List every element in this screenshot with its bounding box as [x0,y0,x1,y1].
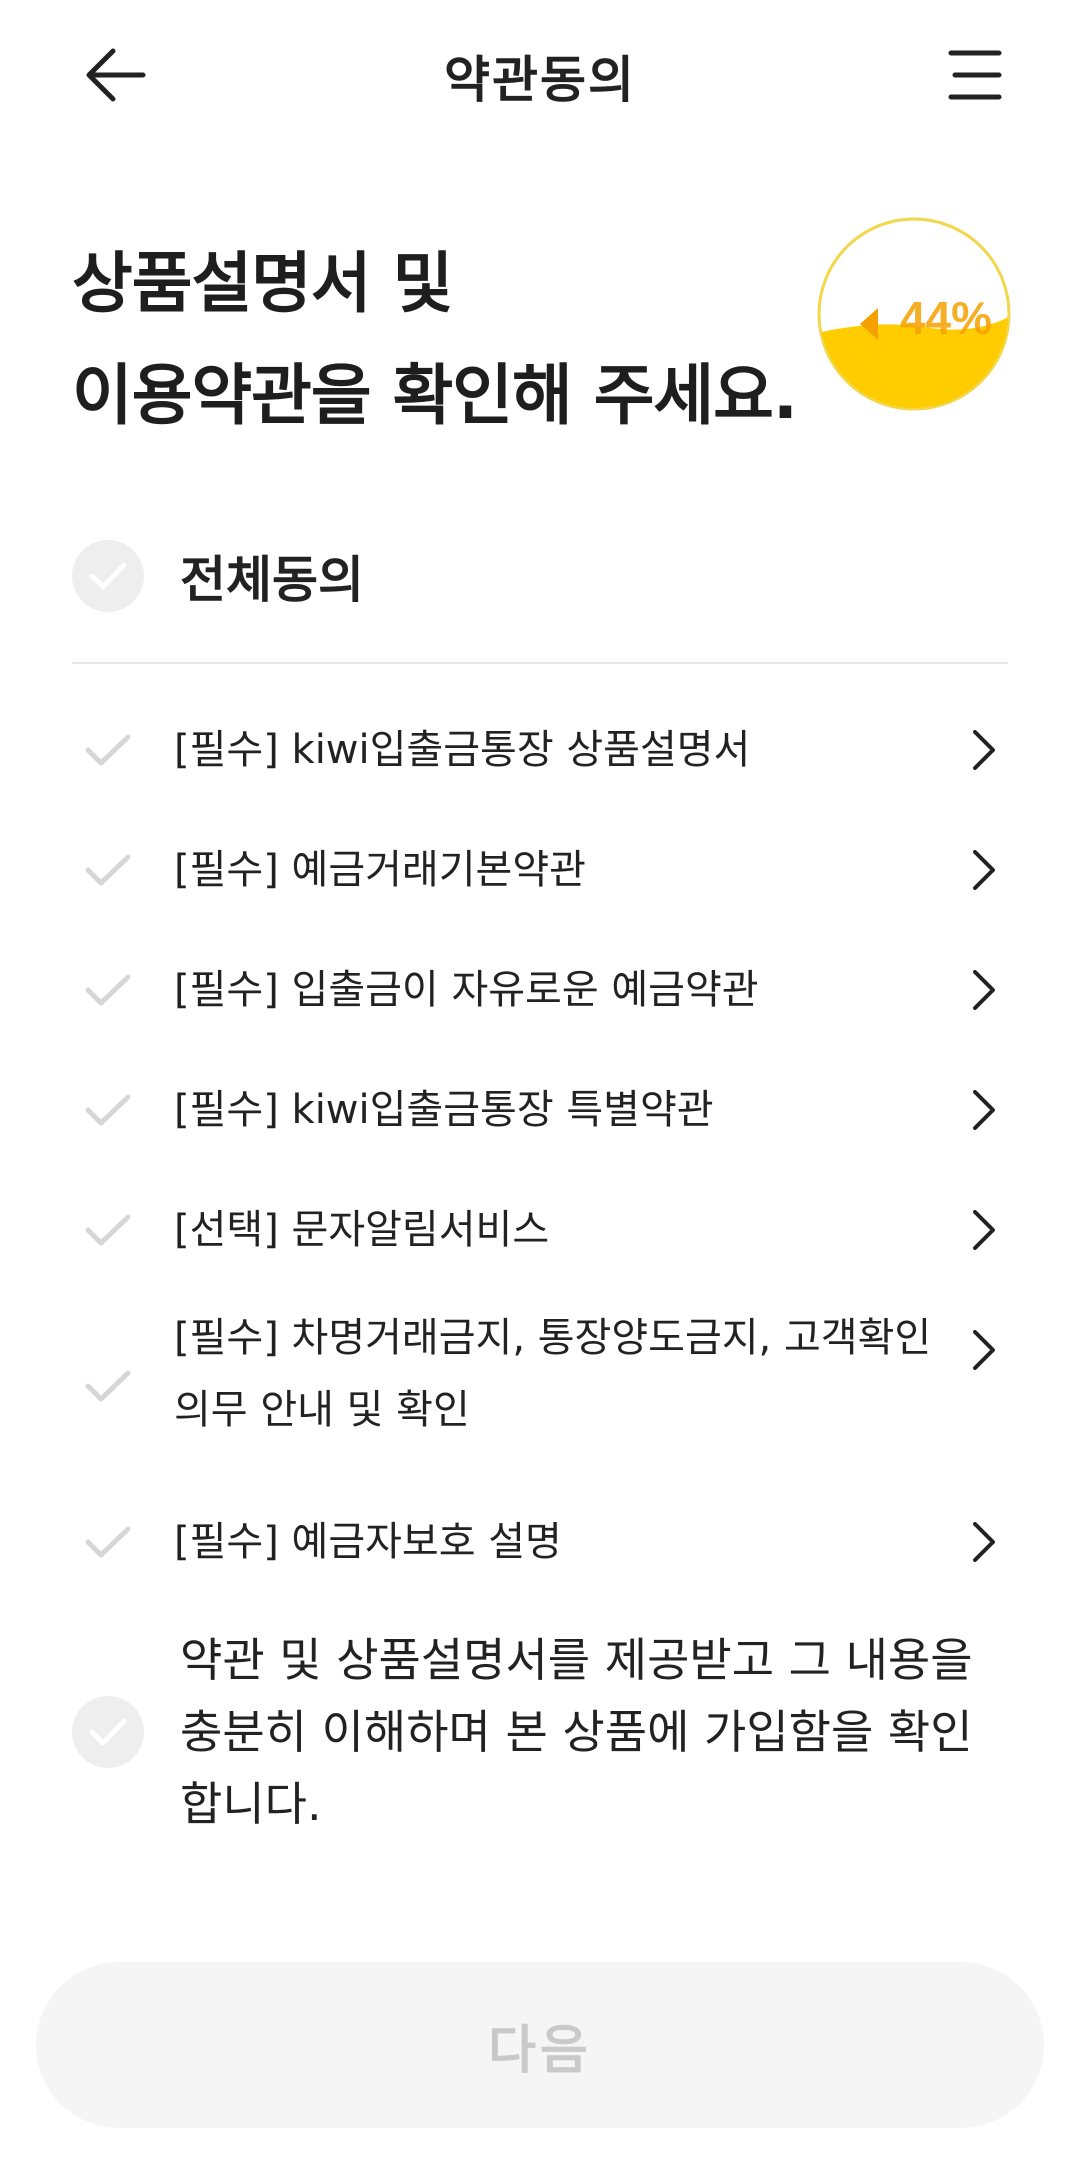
term-label: [필수] 예금자보호 설명 [174,1519,562,1565]
divider [72,662,1008,664]
term-label: [필수] 입출금이 자유로운 예금약관 [174,967,759,1013]
term-checkbox[interactable] [72,1524,144,1560]
agree-all-label: 전체동의 [180,551,364,609]
check-icon [89,562,127,590]
term-label: [필수] 예금거래기본약관 [174,847,586,893]
chevron-right-icon[interactable] [960,720,1008,780]
term-label: [필수] 차명거래금지, 통장양도금지, 고객확인의무 안내 및 확인 [174,1315,932,1433]
term-item[interactable]: [필수] kiwi입출금통장 특별약관 [72,1050,1008,1170]
term-checkbox[interactable] [72,972,144,1008]
term-item[interactable]: [선택] 문자알림서비스 [72,1170,1008,1290]
progress-percent: 44% [900,292,992,344]
chevron-right-icon[interactable] [960,960,1008,1020]
headline: 상품설명서 및 이용약관을 확인해 주세요. [72,228,832,452]
term-item[interactable]: [필수] 예금거래기본약관 [72,810,1008,930]
agree-all-row[interactable]: 전체동의 [72,540,1008,612]
term-checkbox[interactable] [72,1368,144,1404]
chevron-right-icon[interactable] [960,1320,1008,1380]
check-icon [85,1214,131,1246]
chevron-right-icon[interactable] [960,840,1008,900]
check-icon [85,1526,131,1558]
agree-all-checkbox[interactable] [72,540,144,612]
term-item[interactable]: [필수] 예금자보호 설명 [72,1482,1008,1602]
progress-indicator: 44% [816,216,1012,412]
term-item[interactable]: [필수] kiwi입출금통장 상품설명서 [72,690,1008,810]
terms-list: [필수] kiwi입출금통장 상품설명서 [필수] 예금거래기본약관 [필수] … [72,690,1008,1602]
page-title: 약관동의 [444,51,636,109]
check-icon [85,1370,131,1402]
check-icon [85,854,131,886]
check-icon [85,1094,131,1126]
headline-line-1: 상품설명서 및 [72,245,453,322]
term-checkbox[interactable] [72,732,144,768]
term-item[interactable]: [필수] 차명거래금지, 통장양도금지, 고객확인의무 안내 및 확인 [72,1290,1008,1482]
term-label: [필수] kiwi입출금통장 상품설명서 [174,727,751,773]
confirm-label: 약관 및 상품설명서를 제공받고 그 내용을 충분히 이해하며 본 상품에 가입… [180,1633,973,1831]
check-icon [89,1718,127,1746]
term-label: [필수] kiwi입출금통장 특별약관 [174,1087,714,1133]
term-checkbox[interactable] [72,1212,144,1248]
chevron-right-icon[interactable] [960,1080,1008,1140]
confirm-checkbox[interactable] [72,1696,144,1768]
check-icon [85,974,131,1006]
confirm-row[interactable]: 약관 및 상품설명서를 제공받고 그 내용을 충분히 이해하며 본 상품에 가입… [72,1624,1008,1840]
term-label: [선택] 문자알림서비스 [174,1207,550,1253]
term-checkbox[interactable] [72,852,144,888]
next-button[interactable]: 다음 [36,1962,1044,2128]
term-checkbox[interactable] [72,1092,144,1128]
menu-button[interactable] [930,30,1020,120]
menu-icon [948,50,1002,100]
app-header: 약관동의 [0,0,1080,150]
headline-line-2: 이용약관을 확인해 주세요. [72,357,798,434]
check-icon [85,734,131,766]
chevron-right-icon[interactable] [960,1200,1008,1260]
term-item[interactable]: [필수] 입출금이 자유로운 예금약관 [72,930,1008,1050]
chevron-right-icon[interactable] [960,1512,1008,1572]
